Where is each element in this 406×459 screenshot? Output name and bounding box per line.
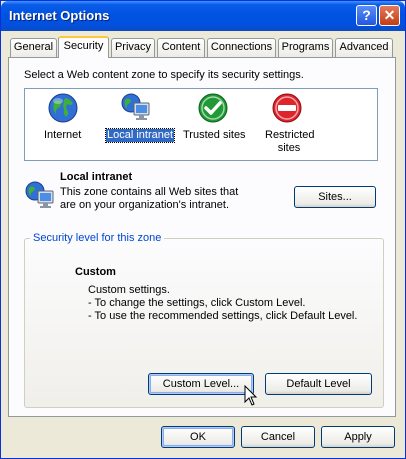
ok-button[interactable]: OK [161,426,235,448]
security-level-line3: - To use the recommended settings, click… [88,310,358,322]
selected-zone-desc-line1: This zone contains all Web sites that [60,186,239,198]
tab-label: Advanced [339,41,389,53]
zone-label: Trusted sites [183,129,246,141]
window-title: Internet Options [9,8,110,23]
tab-programs[interactable]: Programs [278,38,333,57]
apply-button[interactable]: Apply [321,426,395,448]
tab-general[interactable]: General [10,38,57,57]
custom-level-button[interactable]: Custom Level... [148,373,254,395]
tab-security[interactable]: Security [58,36,109,58]
mouse-cursor-icon [244,385,258,406]
zone-list: Internet Local intranet Trusted sites Re… [24,88,378,161]
close-button[interactable]: ✕ [379,5,400,26]
close-icon: ✕ [383,7,396,23]
tab-advanced[interactable]: Advanced [335,38,393,57]
zone-trusted-sites[interactable]: Trusted sites [177,89,251,161]
sites-button[interactable]: Sites... [294,186,376,208]
security-level-line2: - To change the settings, click Custom L… [88,297,306,309]
zone-label: Restricted sites [265,129,315,154]
tab-label: Privacy [114,41,152,53]
tab-privacy[interactable]: Privacy [111,38,155,57]
cancel-button[interactable]: Cancel [241,426,315,448]
default-level-button[interactable]: Default Level [265,373,372,395]
tab-label: Security [63,40,104,52]
checkmark-icon [198,93,228,123]
zone-local-intranet[interactable]: Local intranet [104,89,176,161]
selected-zone-title: Local intranet [60,171,133,183]
zone-restricted-sites[interactable]: Restricted sites [253,89,323,161]
zone-label: Internet [44,129,82,141]
selected-zone-desc-line2: are on your organization's intranet. [60,199,230,211]
help-button[interactable]: ? [356,5,377,26]
intranet-icon [121,93,150,120]
tab-label: Programs [281,41,330,53]
title-bar[interactable]: Internet Options ? ✕ [1,1,405,31]
globe-icon [48,93,78,123]
security-level-group-title: Security level for this zone [30,232,165,244]
zone-label: Local intranet [104,128,176,143]
tab-connections[interactable]: Connections [207,38,276,57]
zone-instruction: Select a Web content zone to specify its… [24,69,304,81]
help-icon: ? [362,7,371,23]
tab-label: Connections [210,41,273,53]
tab-label: General [13,41,54,53]
zone-internet[interactable]: Internet [25,89,105,161]
no-entry-icon [272,93,302,123]
tab-content[interactable]: Content [157,38,205,57]
intranet-icon [25,181,54,208]
tab-label: Content [161,41,201,53]
security-level-name: Custom [75,266,116,278]
security-level-line1: Custom settings. [88,284,170,296]
